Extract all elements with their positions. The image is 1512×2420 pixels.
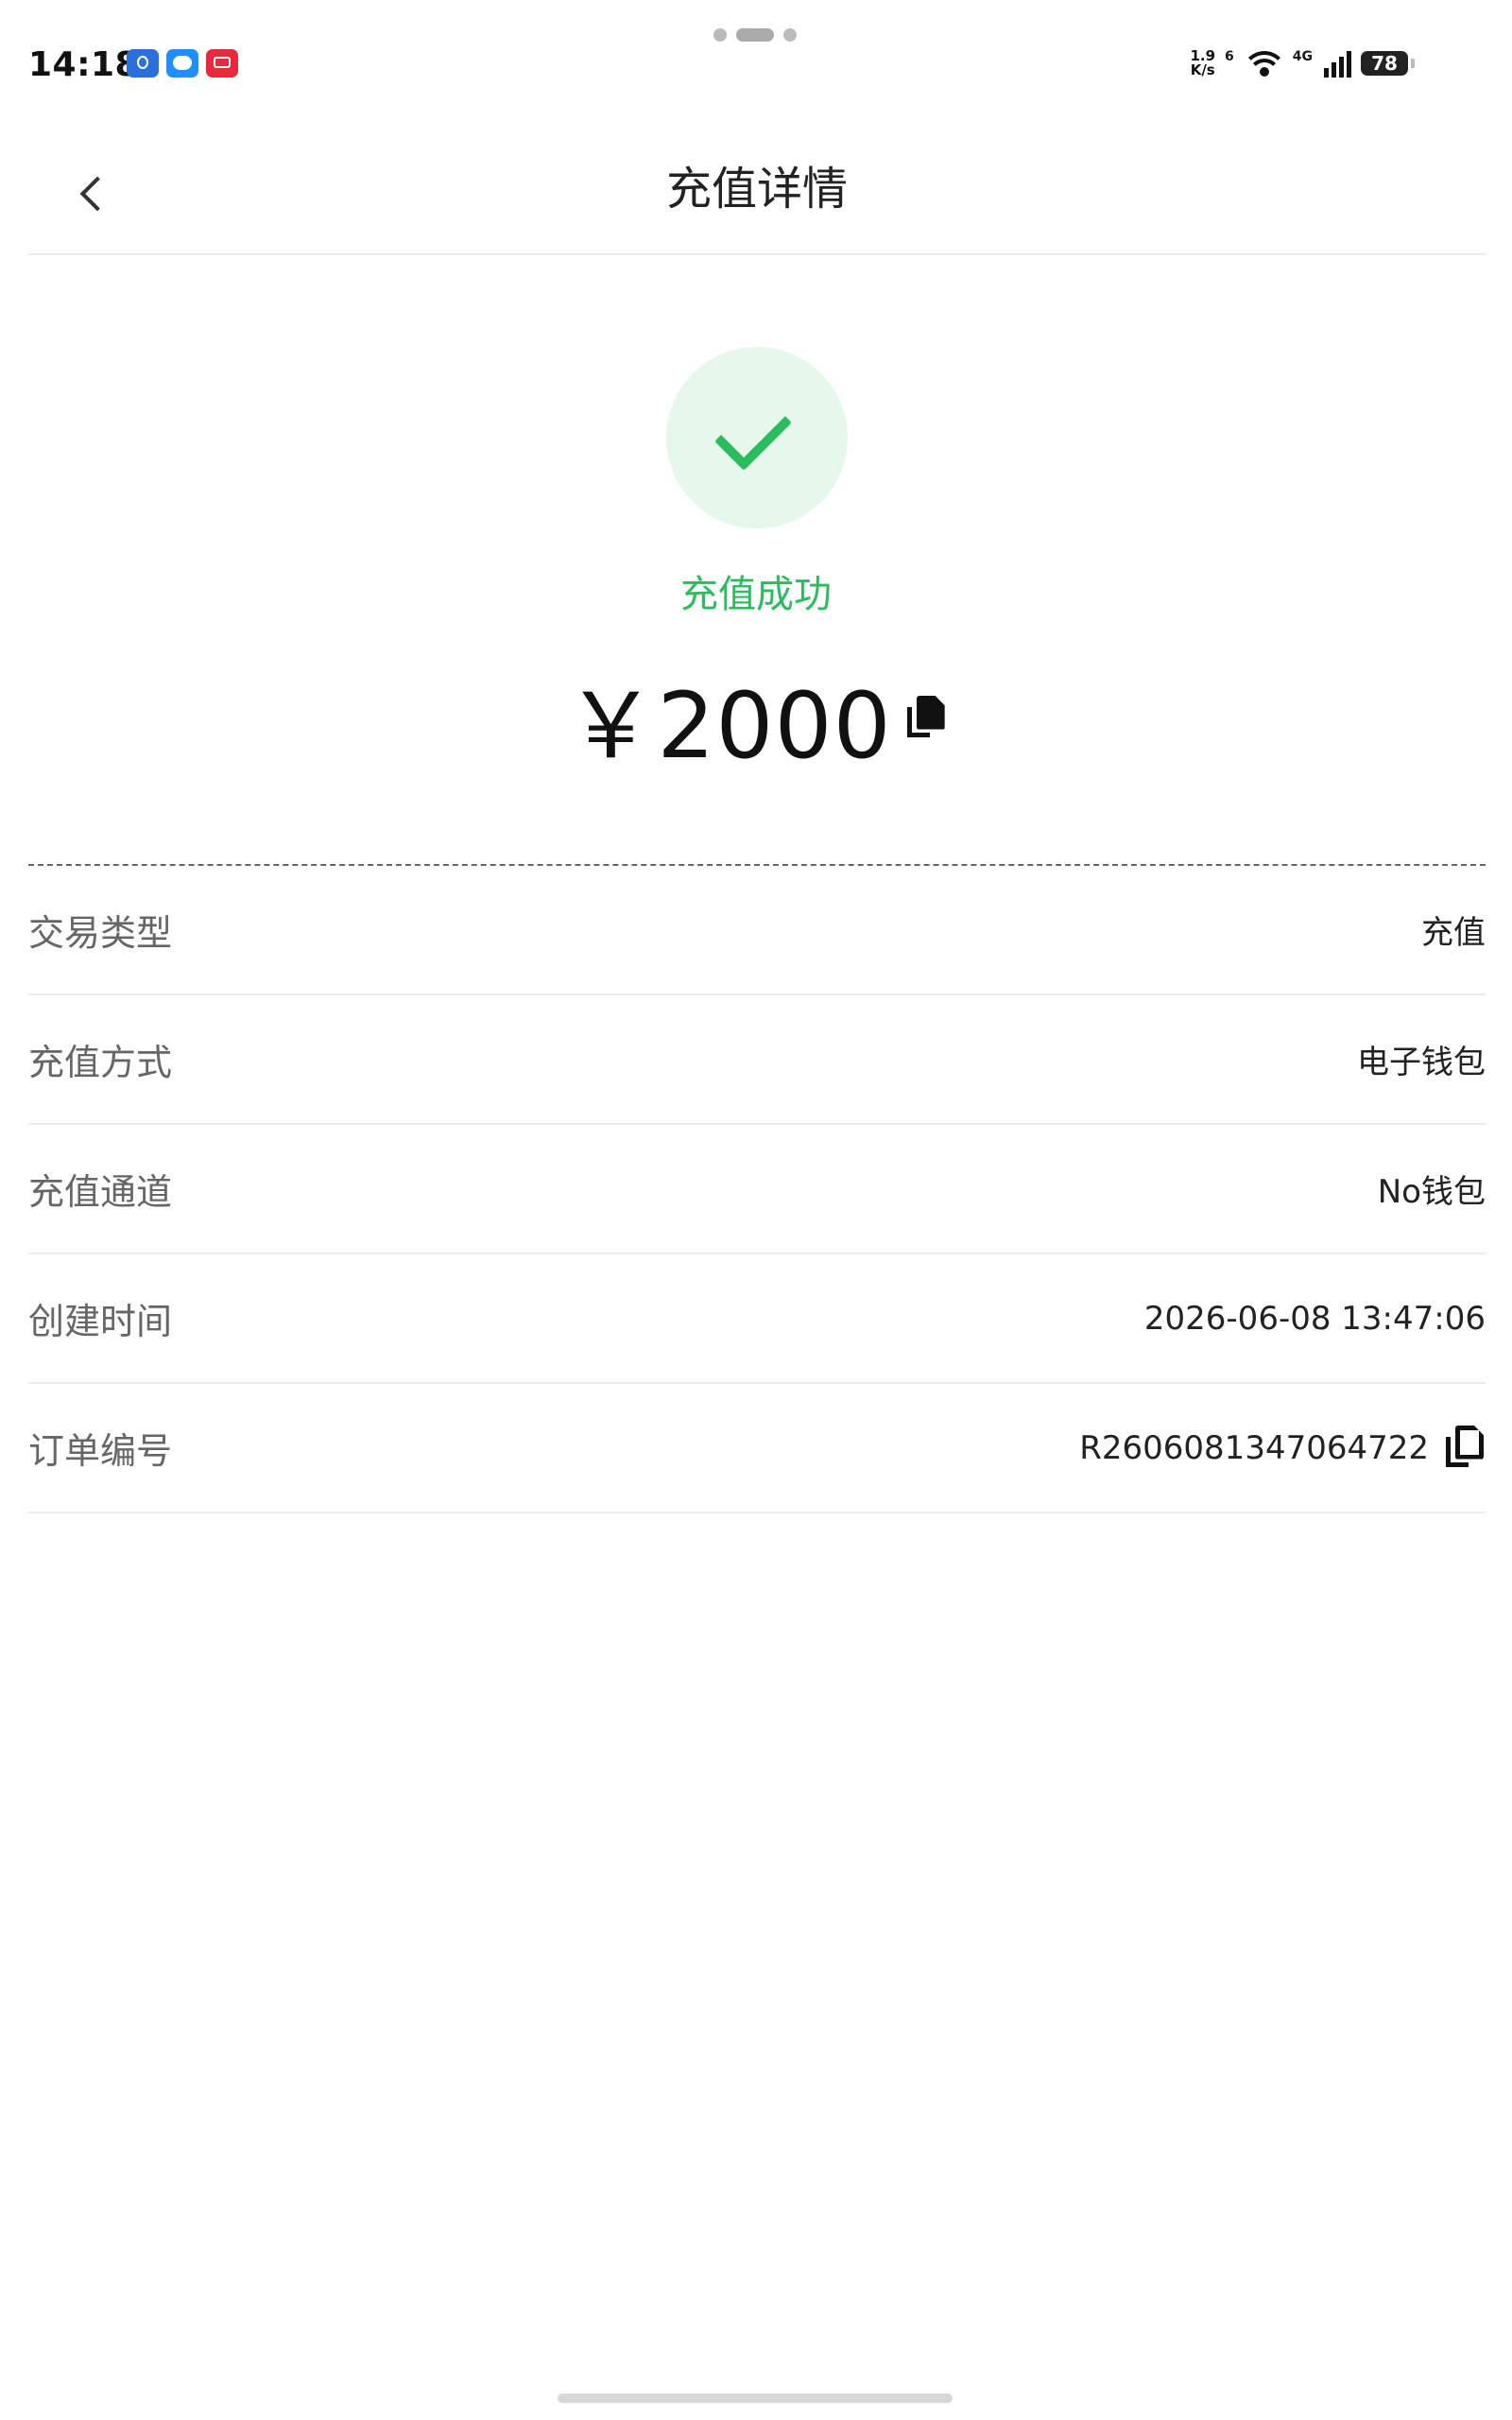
copy-icon[interactable] [1446,1426,1486,1471]
detail-row-recharge-method: 充值方式 电子钱包 [28,995,1486,1125]
detail-label: 交易类型 [28,912,173,954]
detail-label: 充值通道 [28,1171,173,1213]
wifi-label: 6 [1225,49,1234,64]
detail-list: 交易类型 充值 充值方式 电子钱包 充值通道 No钱包 创建时间 2026-06… [28,866,1486,1513]
wifi-icon [1245,49,1283,78]
network-type: 4G [1292,49,1313,64]
status-bar: 14:18 1.9 K/s 6 4G 78 [0,0,1512,132]
signal-icon [1324,49,1351,78]
detail-value: No钱包 [1377,1173,1486,1211]
battery-icon: 78 [1361,51,1415,76]
app-notification-icon [206,49,238,78]
home-indicator[interactable] [558,2394,953,2403]
amount-value: ￥2000 [565,673,892,779]
amount-row: ￥2000 [0,652,1512,784]
app-notification-icon [127,49,159,78]
detail-row-order-number: 订单编号 R2606081347064722 [28,1384,1486,1513]
copy-icon[interactable] [906,696,947,741]
detail-row-created-time: 创建时间 2026-06-08 13:47:06 [28,1254,1486,1384]
detail-value: 电子钱包 [1357,1044,1486,1081]
detail-row-recharge-channel: 充值通道 No钱包 [28,1125,1486,1254]
detail-value: 2026-06-08 13:47:06 [1143,1299,1486,1338]
status-indicators: 1.9 K/s 6 4G 78 [1190,47,1415,78]
detail-label: 创建时间 [28,1301,173,1342]
network-speed: 1.9 K/s [1190,47,1216,78]
detail-label: 充值方式 [28,1042,173,1083]
multitask-handle[interactable] [713,28,797,42]
message-notification-icon [166,49,198,78]
detail-value: 充值 [1421,914,1486,952]
order-number-value: R2606081347064722 [1079,1428,1429,1467]
page-header: 充值详情 [28,132,1486,255]
detail-label: 订单编号 [28,1430,173,1472]
page-title: 充值详情 [665,163,848,216]
status-time: 14:18 [28,45,140,84]
notification-icons [127,49,238,78]
status-text: 充值成功 [680,573,832,616]
checkmark-icon [666,347,848,528]
detail-row-transaction-type: 交易类型 充值 [28,866,1486,995]
